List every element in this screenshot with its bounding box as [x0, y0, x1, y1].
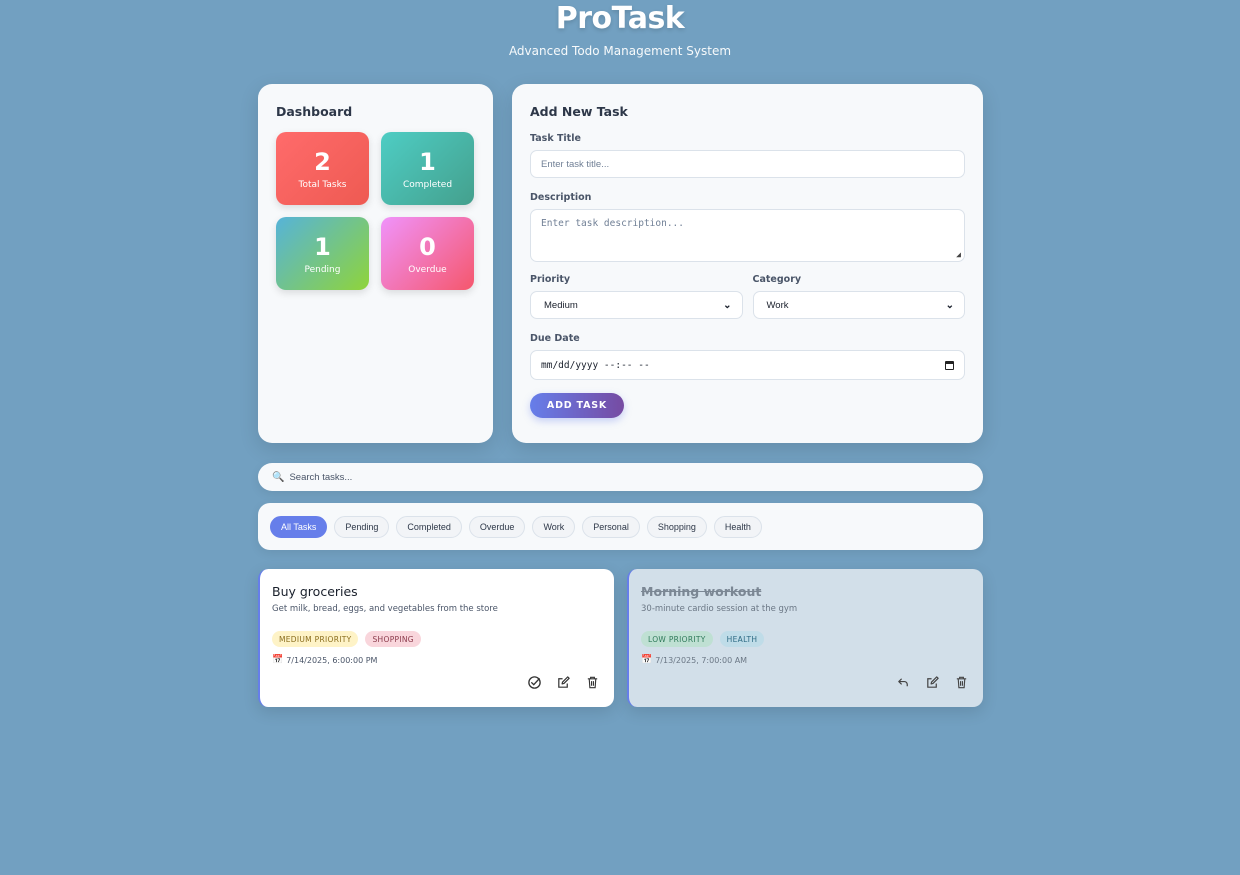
dashboard-title: Dashboard	[276, 104, 353, 119]
priority-value: Medium	[544, 299, 578, 311]
search-icon: 🔍	[272, 471, 285, 483]
task-title-input[interactable]: Enter task title...	[530, 150, 965, 178]
filter-overdue[interactable]: Overdue	[468, 515, 526, 538]
stat-overdue: 0 Overdue	[381, 217, 474, 290]
stat-completed: 1 Completed	[381, 132, 474, 205]
stat-overdue-label: Overdue	[408, 265, 447, 275]
complete-icon[interactable]	[527, 675, 542, 690]
filter-bar: All Tasks Pending Completed Overdue Work…	[258, 503, 983, 550]
category-tag: SHOPPING	[365, 631, 421, 647]
filter-work[interactable]: Work	[532, 515, 576, 538]
task-description: 30-minute cardio session at the gym	[641, 604, 798, 614]
due-date: 📅 7/14/2025, 6:00:00 PM	[272, 655, 602, 665]
task-description: Get milk, bread, eggs, and vegetables fr…	[272, 604, 498, 614]
filter-health[interactable]: Health	[713, 515, 762, 538]
stat-pending: 1 Pending	[276, 217, 369, 290]
priority-tag: LOW PRIORITY	[641, 631, 713, 647]
stat-total-label: Total Tasks	[298, 180, 347, 190]
due-date: 📅 7/13/2025, 7:00:00 AM	[641, 655, 971, 665]
calendar-icon: 📅	[272, 655, 284, 665]
priority-tag: MEDIUM PRIORITY	[272, 631, 359, 647]
task-title: Morning workout	[641, 584, 762, 599]
task-card: Buy groceries Get milk, bread, eggs, and…	[258, 569, 614, 707]
filter-personal[interactable]: Personal	[582, 515, 640, 538]
due-date-label: Due Date	[530, 333, 580, 344]
resize-handle-icon[interactable]: ◢	[956, 250, 961, 259]
stat-pending-value: 1	[314, 233, 331, 261]
priority-select[interactable]: Medium ⌄	[530, 291, 743, 319]
add-task-title: Add New Task	[530, 104, 628, 119]
app-title: ProTask	[555, 1, 685, 36]
stat-completed-label: Completed	[402, 180, 453, 190]
description-placeholder: Enter task description...	[541, 218, 684, 229]
due-date-text: 7/13/2025, 7:00:00 AM	[655, 655, 748, 665]
stats-grid: 2 Total Tasks 1 Completed 1 Pending 0 Ov…	[276, 132, 475, 290]
app-header: ProTask Advanced Todo Management System	[0, 0, 1240, 59]
chevron-down-icon: ⌄	[945, 299, 954, 311]
undo-icon[interactable]	[896, 675, 911, 690]
delete-icon[interactable]	[585, 675, 600, 690]
task-card: Morning workout 30-minute cardio session…	[627, 569, 983, 707]
task-title: Buy groceries	[272, 584, 358, 599]
delete-icon[interactable]	[954, 675, 969, 690]
calendar-icon: 📅	[641, 655, 653, 665]
description-label: Description	[530, 192, 592, 203]
filter-shopping[interactable]: Shopping	[646, 515, 707, 538]
stat-completed-value: 1	[419, 148, 436, 176]
search-bar[interactable]: 🔍 Search tasks...	[258, 463, 983, 491]
stat-pending-label: Pending	[304, 265, 341, 275]
priority-label: Priority	[530, 274, 571, 285]
stat-overdue-value: 0	[419, 233, 436, 261]
task-title-label: Task Title	[530, 133, 581, 144]
filter-pending[interactable]: Pending	[334, 515, 390, 538]
stat-total-value: 2	[314, 148, 331, 176]
category-select[interactable]: Work ⌄	[752, 291, 965, 319]
add-task-panel: Add New Task Task Title Enter task title…	[512, 84, 983, 443]
search-placeholder: Search tasks...	[289, 471, 353, 483]
category-label: Category	[752, 274, 802, 285]
category-value: Work	[766, 299, 789, 311]
edit-icon[interactable]	[556, 675, 571, 690]
app-subtitle: Advanced Todo Management System	[508, 44, 732, 58]
due-date-text: 7/14/2025, 6:00:00 PM	[286, 655, 378, 665]
chevron-down-icon: ⌄	[723, 299, 732, 311]
filter-completed[interactable]: Completed	[396, 515, 462, 538]
due-date-placeholder: mm/dd/yyyy --:-- --	[541, 359, 650, 371]
calendar-icon[interactable]	[945, 360, 954, 370]
filter-all-tasks[interactable]: All Tasks	[270, 515, 328, 538]
add-task-button[interactable]: ADD TASK	[530, 393, 624, 418]
description-textarea[interactable]: Enter task description... ◢	[530, 209, 965, 262]
category-tag: HEALTH	[719, 631, 765, 647]
stat-total-tasks: 2 Total Tasks	[276, 132, 369, 205]
edit-icon[interactable]	[925, 675, 940, 690]
due-date-input[interactable]: mm/dd/yyyy --:-- --	[530, 350, 965, 380]
dashboard-panel: Dashboard 2 Total Tasks 1 Completed 1 Pe…	[258, 84, 493, 443]
